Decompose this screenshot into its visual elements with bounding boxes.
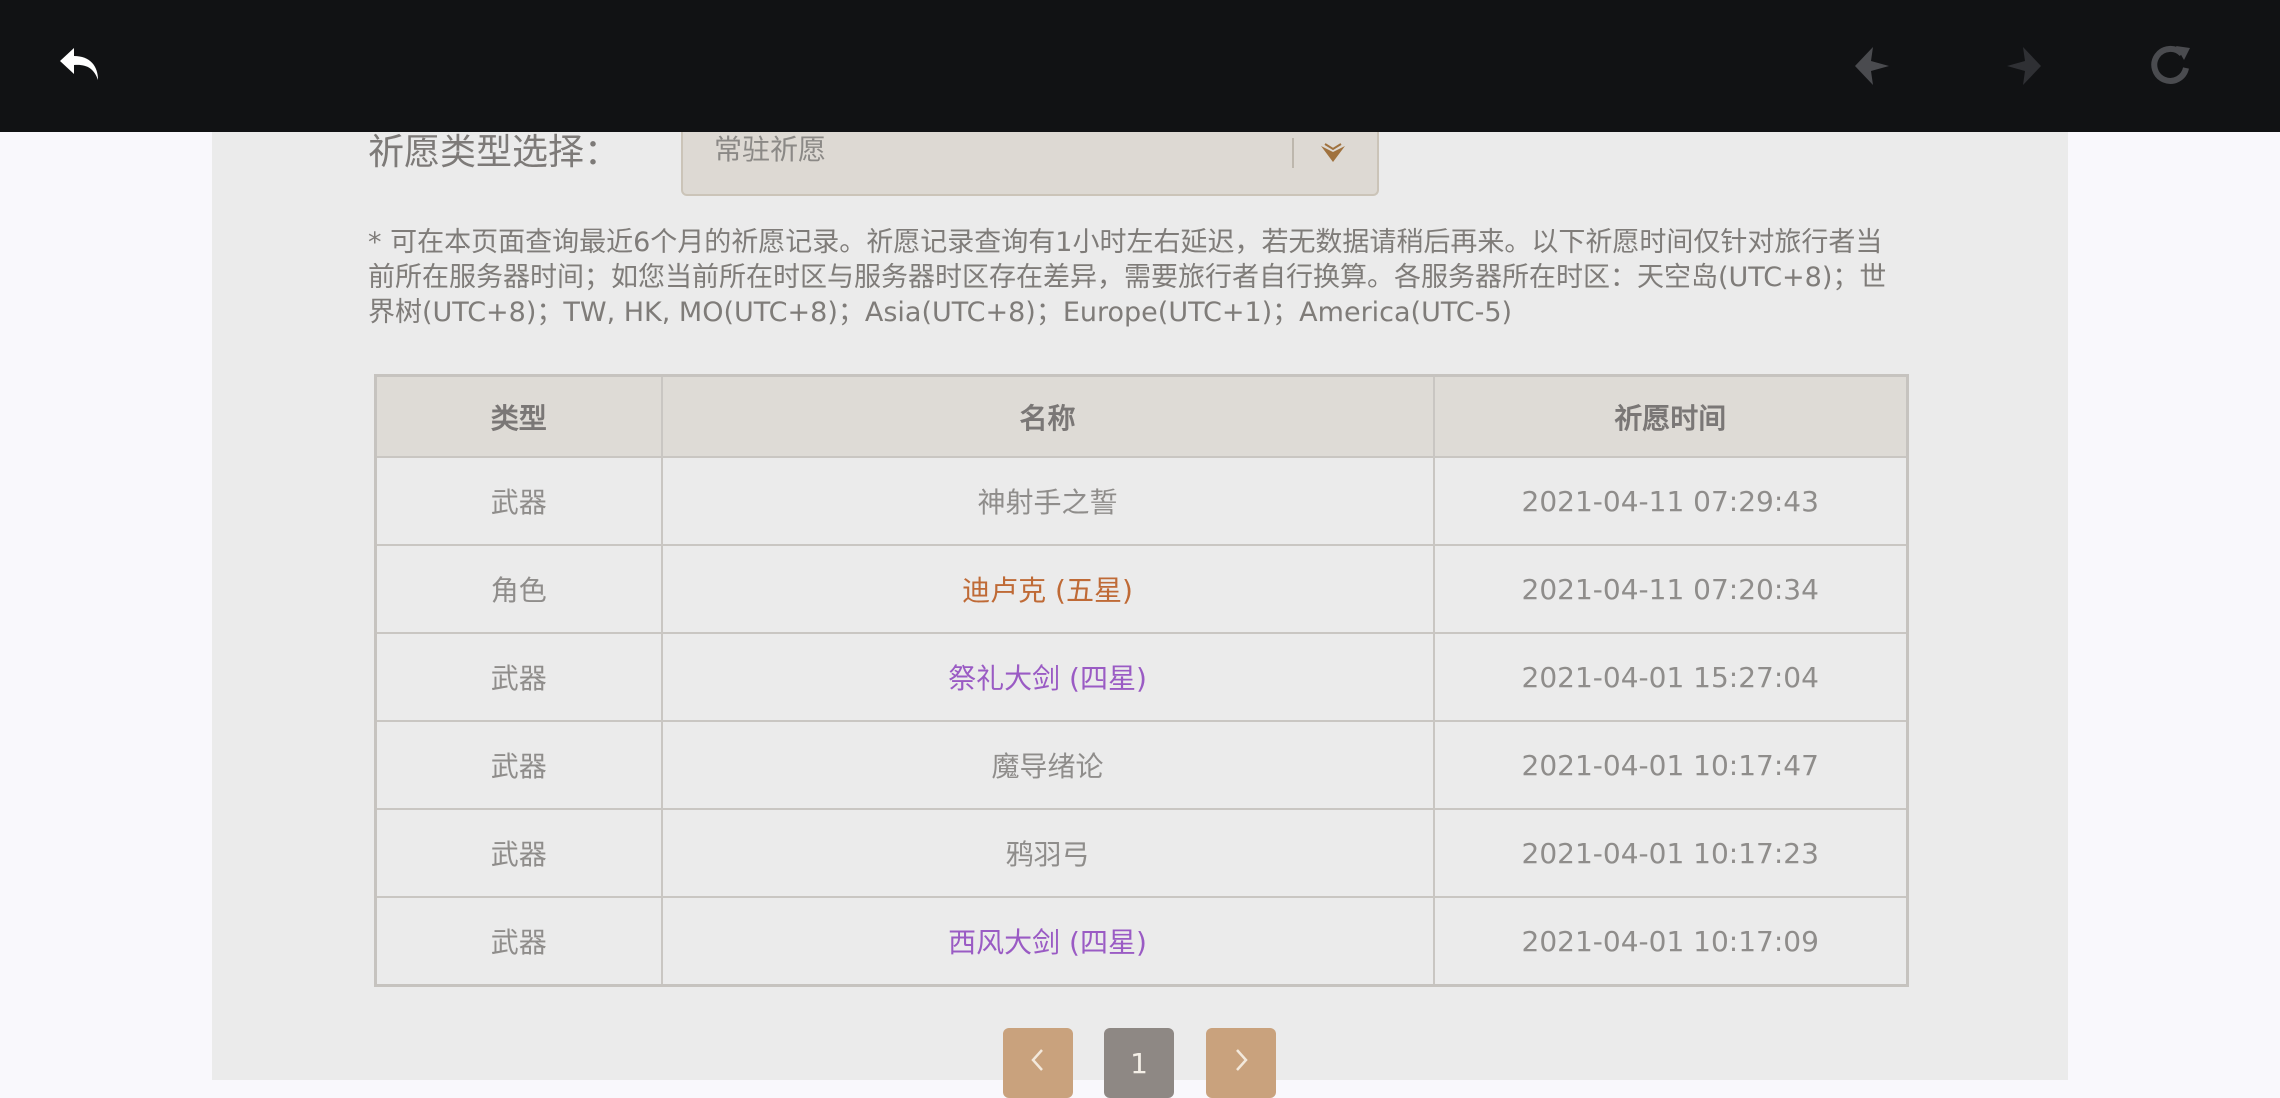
column-header-time: 祈愿时间	[1432, 374, 1909, 458]
row-name: 祭礼大剑 (四星)	[660, 632, 1435, 722]
pagination: 1	[0, 1028, 2280, 1098]
row-time: 2021-04-01 10:17:23	[1432, 808, 1909, 898]
row-type: 武器	[374, 808, 663, 898]
wish-type-label: 祈愿类型选择：	[368, 132, 621, 173]
top-toolbar	[0, 0, 2280, 132]
row-name: 西风大剑 (四星)	[660, 896, 1435, 987]
table-row: 武器 神射手之誓 2021-04-11 07:29:43	[374, 456, 1909, 546]
table-row: 武器 鸦羽弓 2021-04-01 10:17:23	[374, 808, 1909, 898]
row-type: 武器	[374, 896, 663, 987]
chevron-down-icon	[1317, 138, 1349, 170]
row-name: 鸦羽弓	[660, 808, 1435, 898]
current-page-button[interactable]: 1	[1104, 1028, 1174, 1098]
prev-page-button[interactable]	[1003, 1028, 1073, 1098]
chevron-right-icon	[1230, 1046, 1252, 1081]
row-name: 魔导绪论	[660, 720, 1435, 810]
table-row: 武器 祭礼大剑 (四星) 2021-04-01 15:27:04	[374, 632, 1909, 722]
row-time: 2021-04-01 10:17:47	[1432, 720, 1909, 810]
table-header-row: 类型 名称 祈愿时间	[374, 374, 1909, 458]
row-time: 2021-04-01 10:17:09	[1432, 896, 1909, 987]
row-name: 神射手之誓	[660, 456, 1435, 546]
chevron-left-icon	[1027, 1046, 1049, 1081]
table-row: 角色 迪卢克 (五星) 2021-04-11 07:20:34	[374, 544, 1909, 634]
diamond-right-icon[interactable]	[1996, 38, 2052, 94]
query-notice: * 可在本页面查询最近6个月的祈愿记录。祈愿记录查询有1小时左右延迟，若无数据请…	[368, 227, 1887, 328]
next-page-button[interactable]	[1206, 1028, 1276, 1098]
row-type: 武器	[374, 632, 663, 722]
refresh-icon[interactable]	[2142, 38, 2198, 94]
back-arrow-icon[interactable]	[52, 38, 108, 94]
row-type: 角色	[374, 544, 663, 634]
row-type: 武器	[374, 456, 663, 546]
column-header-name: 名称	[660, 374, 1435, 458]
row-name: 迪卢克 (五星)	[660, 544, 1435, 634]
wish-record-table: 类型 名称 祈愿时间 武器 神射手之誓 2021-04-11 07:29:43 …	[374, 374, 1909, 987]
table-row: 武器 魔导绪论 2021-04-01 10:17:47	[374, 720, 1909, 810]
row-time: 2021-04-11 07:29:43	[1432, 456, 1909, 546]
row-time: 2021-04-01 15:27:04	[1432, 632, 1909, 722]
diamond-left-icon[interactable]	[1844, 38, 1900, 94]
row-time: 2021-04-11 07:20:34	[1432, 544, 1909, 634]
select-divider	[1292, 138, 1294, 168]
wish-type-selected-value: 常驻祈愿	[714, 133, 827, 166]
current-page-number: 1	[1130, 1046, 1148, 1080]
table-row: 武器 西风大剑 (四星) 2021-04-01 10:17:09	[374, 896, 1909, 987]
row-type: 武器	[374, 720, 663, 810]
column-header-type: 类型	[374, 374, 663, 458]
